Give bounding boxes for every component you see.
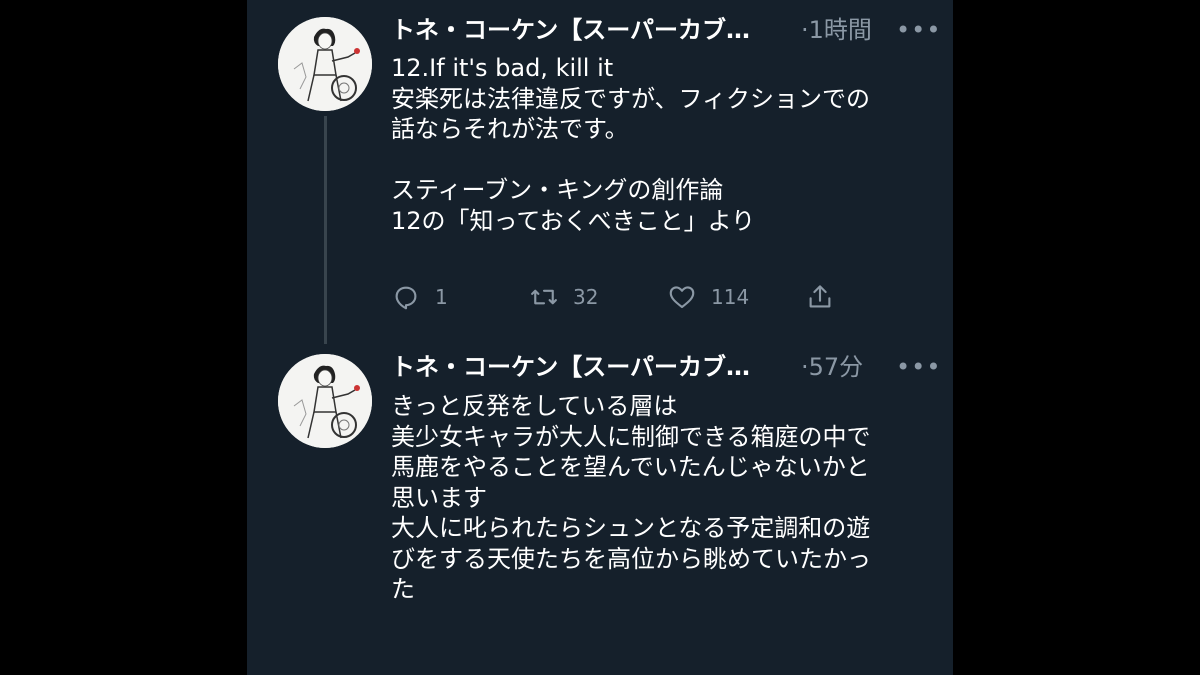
tweet-text-line: た	[391, 575, 415, 603]
timestamp[interactable]: ·1時間	[801, 10, 872, 50]
tweet-header: トネ・コーケン【スーパーカブ… ·57分 •••	[391, 347, 940, 387]
tweet-text-line: 大人に叱られたらシュンとなる予定調和の遊	[391, 514, 871, 542]
retweet-count: 32	[573, 285, 599, 309]
tweet-text-line: 話ならそれが法です。	[391, 115, 629, 143]
more-icon[interactable]: •••	[896, 347, 941, 387]
display-name[interactable]: トネ・コーケン【スーパーカブ…	[391, 347, 791, 387]
timestamp[interactable]: ·57分	[801, 347, 863, 387]
tweet-text-line: 12の「知っておくべきこと」より	[391, 206, 756, 235]
avatar-illustration	[278, 354, 372, 448]
retweet-button[interactable]: 32	[529, 279, 598, 315]
tweet-actions: 1 32 114	[391, 279, 911, 315]
like-count: 114	[711, 285, 750, 309]
avatar[interactable]	[278, 17, 372, 111]
timeline-feed: トネ・コーケン【スーパーカブ… ·1時間 ••• 12.If it's bad,…	[247, 0, 953, 675]
reply-icon	[395, 286, 417, 310]
avatar[interactable]	[278, 354, 372, 448]
reply-count: 1	[435, 285, 448, 309]
avatar-illustration	[278, 17, 372, 111]
display-name[interactable]: トネ・コーケン【スーパーカブ…	[391, 10, 791, 50]
thread-connector-line	[324, 116, 327, 344]
tweet-text-line: 思います	[391, 483, 487, 512]
tweet-text-line: びをする天使たちを高位から眺めていたかっ	[391, 544, 871, 573]
tweet-text: 12.If it's bad, kill it 安楽死は法律違反ですが、フィクシ…	[391, 53, 931, 236]
reply-button[interactable]: 1	[391, 279, 448, 315]
tweet-text-line: きっと反発をしている層は	[391, 392, 678, 420]
retweet-icon	[531, 289, 557, 305]
tweet-text-line: 安楽死は法律違反ですが、フィクションでの	[391, 84, 871, 113]
tweet-text: きっと反発をしている層は 美少女キャラが大人に制御できる箱庭の中で 馬鹿をやるこ…	[391, 391, 931, 605]
tweet-text-line: スティーブン・キングの創作論	[391, 176, 724, 204]
more-icon[interactable]: •••	[896, 10, 941, 50]
tweet-text-line	[391, 145, 931, 176]
share-icon	[809, 285, 831, 308]
tweet-text-line: 馬鹿をやることを望んでいたんじゃないかと	[391, 453, 870, 481]
tweet-text-line: 12.If it's bad, kill it	[391, 54, 614, 82]
tweet-text-line: 美少女キャラが大人に制御できる箱庭の中で	[391, 422, 871, 451]
heart-icon	[669, 286, 695, 309]
tweet-header: トネ・コーケン【スーパーカブ… ·1時間 •••	[391, 10, 940, 50]
like-button[interactable]: 114	[667, 279, 749, 315]
share-button[interactable]	[805, 279, 835, 315]
